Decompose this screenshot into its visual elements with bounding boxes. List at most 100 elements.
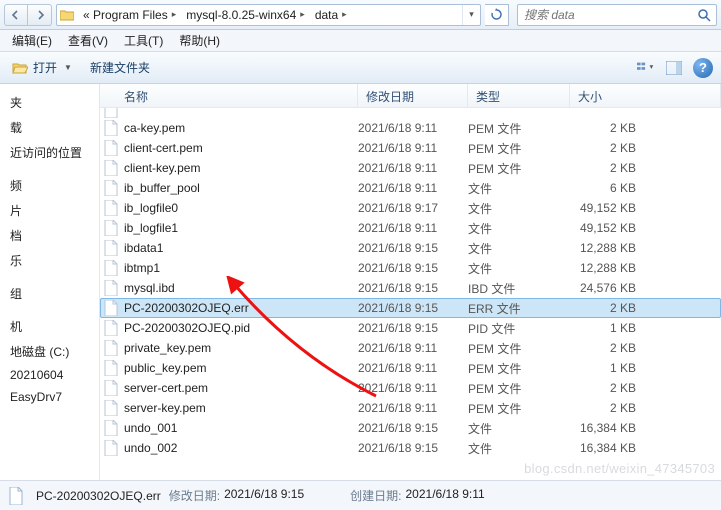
- file-type: PEM 文件: [468, 400, 570, 417]
- file-size: 12,288 KB: [570, 241, 650, 255]
- column-header-name[interactable]: 名称: [100, 84, 358, 107]
- file-icon: [102, 320, 120, 336]
- status-bar: PC-20200302OJEQ.err 修改日期: 2021/6/18 9:15…: [0, 480, 721, 510]
- chevron-right-icon: ▸: [300, 9, 305, 20]
- crumb-label: mysql-8.0.25-winx64: [186, 8, 296, 22]
- column-header-date[interactable]: 修改日期: [358, 84, 468, 107]
- file-name: ib_buffer_pool: [124, 181, 358, 195]
- file-row[interactable]: ibtmp1 2021/6/18 9:15 文件 12,288 KB: [100, 258, 721, 278]
- breadcrumb-path[interactable]: « Program Files▸ mysql-8.0.25-winx64 ▸ da…: [56, 4, 481, 26]
- file-row[interactable]: client-key.pem 2021/6/18 9:11 PEM 文件 2 K…: [100, 158, 721, 178]
- sidebar-item[interactable]: 片: [6, 198, 99, 223]
- file-icon: [102, 160, 120, 176]
- sidebar-item[interactable]: 地磁盘 (C:): [6, 339, 99, 364]
- file-date: 2021/6/18 9:11: [358, 401, 468, 415]
- sidebar-item: [6, 165, 99, 173]
- file-row[interactable]: ca-key.pem 2021/6/18 9:11 PEM 文件 2 KB: [100, 118, 721, 138]
- nav-forward-button[interactable]: [28, 4, 52, 26]
- file-type: PID 文件: [468, 320, 570, 337]
- search-box[interactable]: [517, 4, 717, 26]
- file-date: 2021/6/18 9:15: [358, 281, 468, 295]
- file-row[interactable]: undo_002 2021/6/18 9:15 文件 16,384 KB: [100, 438, 721, 458]
- sidebar-item[interactable]: 20210604: [6, 364, 99, 386]
- sidebar-item[interactable]: 载: [6, 115, 99, 140]
- file-row[interactable]: ib_buffer_pool 2021/6/18 9:11 文件 6 KB: [100, 178, 721, 198]
- breadcrumb-item[interactable]: « Program Files▸: [77, 5, 180, 25]
- file-row[interactable]: private_key.pem 2021/6/18 9:11 PEM 文件 2 …: [100, 338, 721, 358]
- nav-back-button[interactable]: [4, 4, 28, 26]
- sidebar-item[interactable]: 机: [6, 314, 99, 339]
- file-row[interactable]: ib_logfile0 2021/6/18 9:17 文件 49,152 KB: [100, 198, 721, 218]
- search-input[interactable]: [518, 8, 692, 22]
- column-header-type[interactable]: 类型: [468, 84, 570, 107]
- menu-view[interactable]: 查看(V): [60, 30, 116, 51]
- file-date: 2021/6/18 9:17: [358, 201, 468, 215]
- menu-tools[interactable]: 工具(T): [116, 30, 171, 51]
- file-icon: [102, 140, 120, 156]
- sidebar-item[interactable]: 档: [6, 223, 99, 248]
- status-created-value: 2021/6/18 9:11: [406, 487, 485, 504]
- open-label: 打开: [33, 59, 57, 76]
- file-icon: [102, 300, 120, 316]
- open-button[interactable]: 打开 ▼: [8, 57, 76, 78]
- file-size: 16,384 KB: [570, 421, 650, 435]
- menu-edit[interactable]: 编辑(E): [4, 30, 60, 51]
- navigation-sidebar[interactable]: 夹 载 近访问的位置 频 片 档 乐 组 机 地磁盘 (C:) 20210604…: [0, 84, 100, 480]
- file-row[interactable]: public_key.pem 2021/6/18 9:11 PEM 文件 1 K…: [100, 358, 721, 378]
- file-size: 2 KB: [570, 341, 650, 355]
- path-dropdown-button[interactable]: ▾: [462, 5, 480, 25]
- file-date: 2021/6/18 9:15: [358, 421, 468, 435]
- file-icon: [102, 240, 120, 256]
- status-modified-label: 修改日期:: [169, 487, 220, 504]
- file-icon: [102, 200, 120, 216]
- file-size: 6 KB: [570, 181, 650, 195]
- file-list: 名称 修改日期 类型 大小 ca-key.pem 2021/6/18 9:11 …: [100, 84, 721, 480]
- file-row[interactable]: ib_logfile1 2021/6/18 9:11 文件 49,152 KB: [100, 218, 721, 238]
- file-row[interactable]: undo_001 2021/6/18 9:15 文件 16,384 KB: [100, 418, 721, 438]
- help-button[interactable]: ?: [693, 58, 713, 78]
- file-name: PC-20200302OJEQ.pid: [124, 321, 358, 335]
- sidebar-item[interactable]: 频: [6, 173, 99, 198]
- file-row[interactable]: ibdata1 2021/6/18 9:15 文件 12,288 KB: [100, 238, 721, 258]
- sidebar-item[interactable]: 近访问的位置: [6, 140, 99, 165]
- file-date: 2021/6/18 9:15: [358, 321, 468, 335]
- file-type: 文件: [468, 440, 570, 457]
- sidebar-item[interactable]: 夹: [6, 90, 99, 115]
- file-row[interactable]: mysql.ibd 2021/6/18 9:15 IBD 文件 24,576 K…: [100, 278, 721, 298]
- file-type: 文件: [468, 180, 570, 197]
- search-button[interactable]: [692, 8, 716, 22]
- refresh-button[interactable]: [485, 4, 509, 26]
- sidebar-item[interactable]: EasyDrv7: [6, 386, 99, 408]
- file-row[interactable]: server-key.pem 2021/6/18 9:11 PEM 文件 2 K…: [100, 398, 721, 418]
- file-row[interactable]: PC-20200302OJEQ.err 2021/6/18 9:15 ERR 文…: [100, 298, 721, 318]
- file-name: undo_001: [124, 421, 358, 435]
- column-header-size[interactable]: 大小: [570, 84, 721, 107]
- file-name: client-cert.pem: [124, 141, 358, 155]
- chevron-right-icon: ▸: [342, 9, 347, 20]
- new-folder-button[interactable]: 新建文件夹: [86, 57, 154, 78]
- file-row[interactable]: client-cert.pem 2021/6/18 9:11 PEM 文件 2 …: [100, 138, 721, 158]
- toolbar: 打开 ▼ 新建文件夹 ?: [0, 52, 721, 84]
- file-date: 2021/6/18 9:11: [358, 341, 468, 355]
- help-icon: ?: [699, 60, 707, 75]
- file-icon: [8, 487, 28, 505]
- file-row[interactable]: server-cert.pem 2021/6/18 9:11 PEM 文件 2 …: [100, 378, 721, 398]
- status-created-label: 创建日期:: [350, 487, 401, 504]
- file-rows[interactable]: ca-key.pem 2021/6/18 9:11 PEM 文件 2 KB cl…: [100, 108, 721, 480]
- file-name: ib_logfile1: [124, 221, 358, 235]
- file-name: server-cert.pem: [124, 381, 358, 395]
- file-name: PC-20200302OJEQ.err: [124, 301, 358, 315]
- menu-help[interactable]: 帮助(H): [171, 30, 228, 51]
- sidebar-item[interactable]: 乐: [6, 248, 99, 273]
- breadcrumb-item[interactable]: mysql-8.0.25-winx64 ▸: [180, 5, 309, 25]
- preview-pane-button[interactable]: [665, 59, 683, 77]
- file-name: ibtmp1: [124, 261, 358, 275]
- folder-icon: [57, 9, 77, 21]
- file-type: 文件: [468, 220, 570, 237]
- file-size: 49,152 KB: [570, 201, 650, 215]
- file-row[interactable]: PC-20200302OJEQ.pid 2021/6/18 9:15 PID 文…: [100, 318, 721, 338]
- file-row[interactable]: [100, 108, 721, 118]
- view-options-button[interactable]: [637, 59, 655, 77]
- sidebar-item[interactable]: 组: [6, 281, 99, 306]
- breadcrumb-item[interactable]: data▸: [309, 5, 351, 25]
